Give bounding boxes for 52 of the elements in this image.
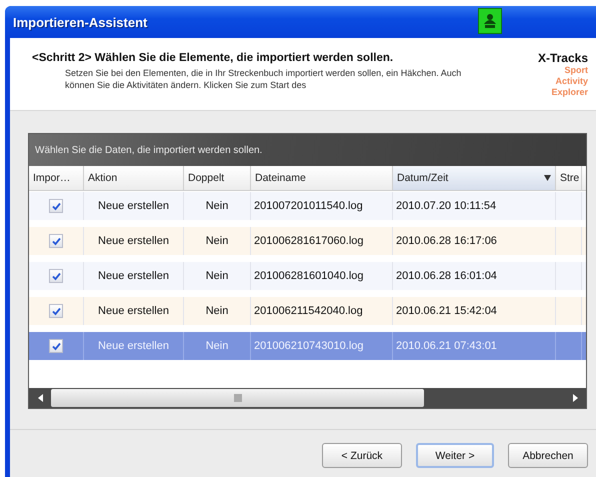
wizard-button[interactable]: Abbrechen — [508, 443, 588, 468]
column-header[interactable]: Doppelt — [184, 166, 251, 190]
table-cell: Neue erstellen — [98, 340, 169, 352]
wizard-button[interactable]: Weiter > — [416, 443, 494, 468]
brand-tagline: Sport — [564, 65, 588, 76]
sort-descending-icon — [544, 175, 551, 181]
column-header[interactable]: Aktion — [84, 166, 184, 190]
table-cell: 201007201011540.log — [254, 200, 363, 212]
import-checkbox[interactable] — [49, 339, 63, 353]
window-title: Importieren-Assistent — [13, 14, 148, 30]
table-cell: 2010.06.21 07:43:01 — [396, 340, 497, 352]
column-header[interactable]: Impor… — [29, 166, 84, 190]
import-checkbox[interactable] — [49, 269, 63, 283]
wizard-button[interactable]: < Zurück — [322, 443, 402, 468]
table-cell: Nein — [206, 305, 228, 317]
brand-name: X-Tracks — [536, 51, 588, 65]
scroll-right-icon[interactable] — [572, 394, 578, 402]
step-description: Setzen Sie bei den Elementen, die in Ihr Streckenbuch importiert werden sollen, ein Häkchen. Auch können Sie die Aktivitäten ändern. Klicken Sie zum Start des — [65, 67, 462, 91]
horizontal-scrollbar[interactable] — [29, 388, 586, 408]
table-cell: 2010.06.28 16:17:06 — [396, 235, 497, 247]
step-heading: <Schritt 2> Wählen Sie die Elemente, die importiert werden sollen. — [32, 52, 394, 64]
table-cell: 2010.06.28 16:01:04 — [396, 270, 497, 282]
table-cell: 201006281617060.log — [254, 235, 364, 247]
table-row[interactable]: Neue erstellen Nein 201006281617060.log 2010.06.28 16:17:06 — [29, 227, 586, 255]
scrollbar-thumb[interactable] — [51, 389, 424, 407]
table-row[interactable]: Neue erstellen Nein 201007201011540.log 2010.07.20 10:11:54 — [29, 192, 586, 220]
table-cell: Neue erstellen — [98, 200, 169, 212]
brand-tagline: Explorer — [550, 87, 588, 98]
grip-icon — [234, 394, 242, 402]
table-cell: Neue erstellen — [98, 270, 169, 282]
import-checkbox[interactable] — [49, 199, 63, 213]
table-cell: Neue erstellen — [98, 235, 169, 247]
column-header[interactable]: Datum/Zeit — [393, 166, 556, 190]
table-cell: 2010.07.20 10:11:54 — [396, 200, 496, 212]
table-cell: 201006211542040.log — [254, 305, 363, 317]
table-cell: Nein — [206, 200, 228, 212]
scroll-left-icon[interactable] — [38, 394, 42, 402]
app-icon — [478, 8, 502, 34]
table-row[interactable]: Neue erstellen Nein 201006211542040.log 2010.06.21 15:42:04 — [29, 297, 586, 325]
table-cell: 201006210743010.log — [254, 340, 364, 352]
table-cell: Neue erstellen — [98, 305, 169, 317]
table-caption: Wählen Sie die Daten, die importiert werden sollen. — [35, 144, 262, 156]
table-cell: Nein — [206, 235, 228, 247]
table-cell: Nein — [206, 270, 228, 282]
import-checkbox[interactable] — [49, 304, 63, 318]
table-cell: 2010.06.21 15:42:04 — [396, 305, 497, 317]
table-cell: 201006281601040.log — [254, 270, 364, 282]
table-row[interactable]: Neue erstellen Nein 201006281601040.log 2010.06.28 16:01:04 — [29, 262, 586, 290]
brand-tagline: Activity — [554, 76, 588, 87]
column-header[interactable]: Stre — [556, 166, 582, 190]
import-checkbox[interactable] — [49, 234, 63, 248]
table-cell: Nein — [206, 340, 228, 352]
